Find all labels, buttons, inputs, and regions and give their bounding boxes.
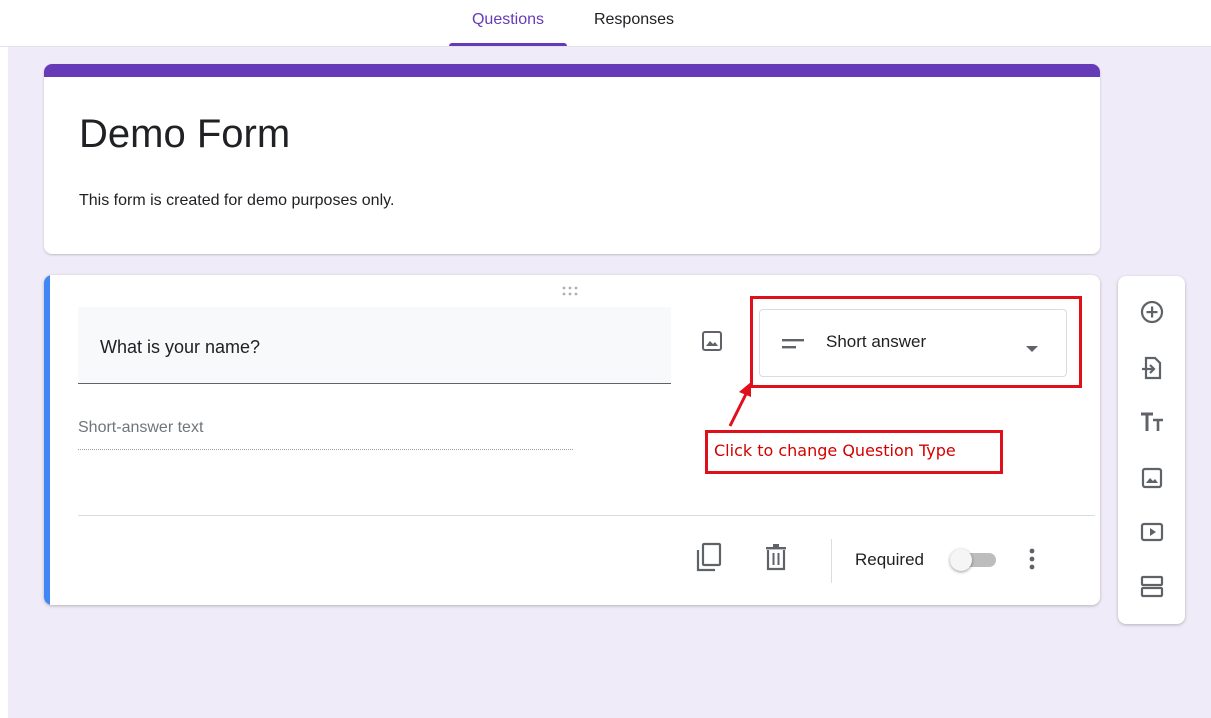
add-title-icon[interactable] [1138, 408, 1166, 436]
tab-responses[interactable]: Responses [578, 0, 690, 46]
toggle-knob [950, 549, 972, 571]
answer-underline [78, 449, 573, 450]
side-toolbar [1118, 276, 1185, 624]
active-tab-indicator [449, 43, 567, 46]
top-tab-bar: Questions Responses [0, 0, 1211, 47]
required-toggle[interactable] [950, 547, 1000, 573]
delete-icon[interactable] [762, 543, 790, 573]
add-question-icon[interactable] [1138, 298, 1166, 326]
active-question-indicator [44, 275, 50, 605]
required-label: Required [855, 550, 924, 569]
add-image-icon[interactable] [1138, 464, 1166, 492]
question-footer-divider [78, 515, 1095, 516]
add-video-icon[interactable] [1138, 518, 1166, 546]
add-section-icon[interactable] [1138, 572, 1166, 600]
footer-separator [831, 539, 832, 583]
short-answer-placeholder: Short-answer text [78, 419, 204, 436]
tab-questions-label: Questions [471, 11, 545, 28]
tab-responses-label: Responses [593, 11, 675, 28]
drag-handle-icon[interactable] [561, 285, 583, 297]
add-image-to-question-icon[interactable] [700, 329, 724, 353]
more-options-icon[interactable] [1022, 545, 1042, 575]
form-header-card[interactable]: Demo Form This form is created for demo … [44, 64, 1100, 254]
annotation-callout: Click to change Question Type [705, 430, 1003, 474]
annotation-text: Click to change Question Type [714, 441, 956, 460]
annotation-arrow [725, 380, 755, 437]
form-title[interactable]: Demo Form [79, 112, 290, 157]
question-title: What is your name? [100, 337, 261, 357]
duplicate-icon[interactable] [695, 542, 723, 572]
tab-questions[interactable]: Questions [449, 0, 567, 46]
header-accent-bar [44, 64, 1100, 77]
form-description[interactable]: This form is created for demo purposes o… [79, 192, 394, 210]
question-title-field[interactable]: What is your name? [78, 307, 671, 384]
annotation-highlight-box [750, 296, 1082, 388]
import-questions-icon[interactable] [1138, 354, 1166, 382]
